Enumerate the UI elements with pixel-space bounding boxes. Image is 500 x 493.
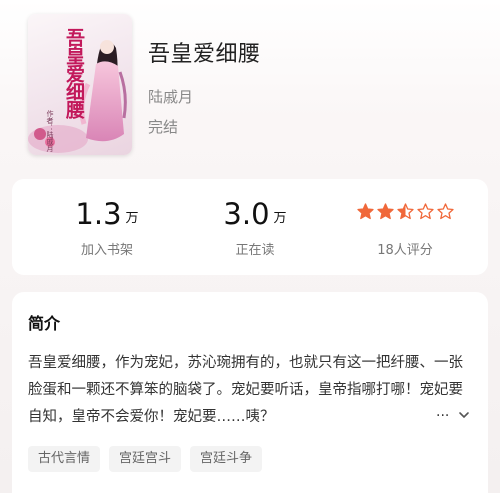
book-header: 吾皇爱细腰 作者：陆戚月 吾皇爱细腰 陆戚月 完结: [0, 0, 500, 175]
tag-chip[interactable]: 宫廷宫斗: [109, 446, 182, 472]
stat-reading: 3.0 万 正在读: [180, 179, 330, 275]
reading-label: 正在读: [235, 243, 275, 258]
intro-heading: 简介: [28, 314, 61, 333]
reading-count: 3.0 万: [180, 197, 330, 231]
stat-shelf: 1.3 万 加入书架: [32, 179, 182, 275]
intro-text[interactable]: 吾皇爱细腰，作为宠妃，苏沁琬拥有的，也就只有这一把纤腰、一张脸蛋和一颗还不算笨的…: [28, 350, 468, 431]
tag-chip[interactable]: 宫廷斗争: [190, 446, 263, 472]
book-author[interactable]: 陆戚月: [148, 86, 193, 107]
shelf-count-unit: 万: [125, 211, 139, 226]
shelf-label: 加入书架: [80, 243, 133, 258]
star-half-icon: [396, 203, 414, 220]
tag-chip[interactable]: 古代言情: [28, 446, 101, 472]
chevron-down-icon[interactable]: [457, 408, 471, 422]
tag-list: 古代言情 宫廷宫斗 宫廷斗争: [28, 446, 271, 472]
shelf-count-value: 1.3: [75, 197, 122, 231]
reading-count-value: 3.0: [223, 197, 270, 231]
shelf-count: 1.3 万: [32, 197, 182, 231]
intro-card: 简介 吾皇爱细腰，作为宠妃，苏沁琬拥有的，也就只有这一把纤腰、一张脸蛋和一颗还不…: [12, 292, 488, 493]
book-status: 完结: [148, 118, 179, 136]
stat-rating[interactable]: 18人评分: [330, 179, 480, 275]
star-full-icon: [356, 203, 374, 220]
star-empty-icon: [436, 203, 454, 220]
book-title: 吾皇爱细腰: [148, 42, 261, 67]
cover-author: 作者：陆戚月: [46, 110, 54, 152]
rating-label: 18人评分: [377, 243, 433, 258]
rating-stars: [330, 203, 480, 220]
stats-card: 1.3 万 加入书架 3.0 万 正在读 18人评分: [12, 179, 488, 275]
reading-count-unit: 万: [273, 211, 287, 226]
star-empty-icon: [416, 203, 434, 220]
intro-ellipsis: ...: [436, 404, 450, 420]
star-full-icon: [376, 203, 394, 220]
book-cover[interactable]: 吾皇爱细腰 作者：陆戚月: [28, 14, 132, 155]
